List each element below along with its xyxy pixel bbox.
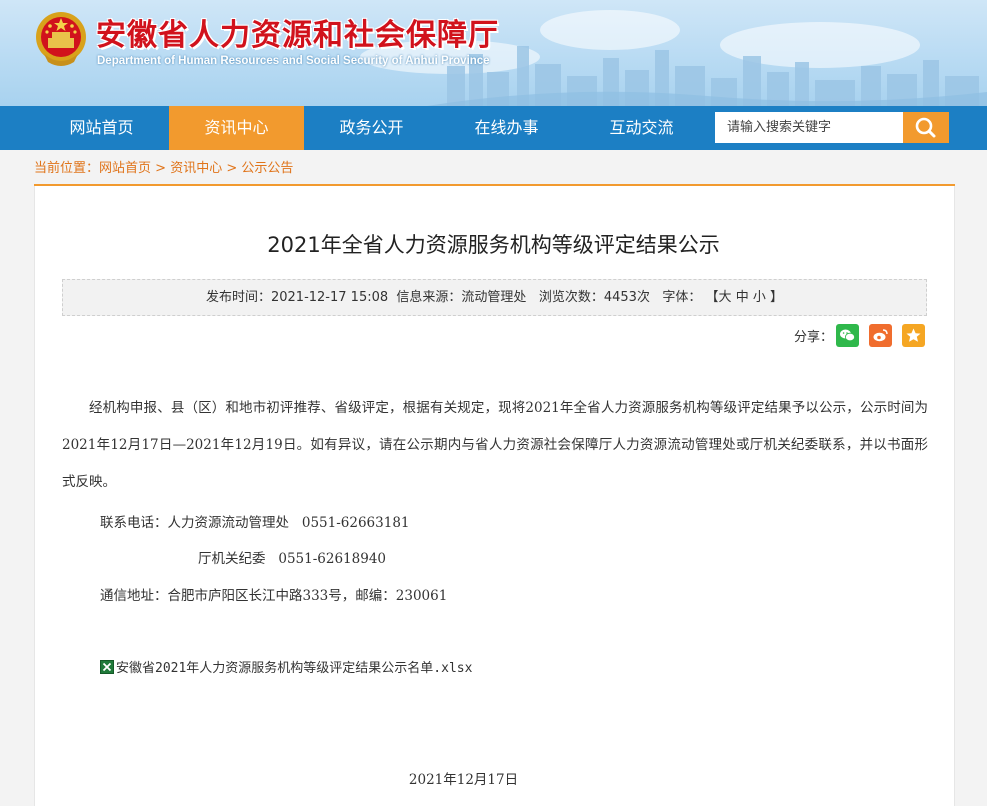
- search-button[interactable]: [903, 112, 949, 143]
- search-icon: [915, 117, 936, 138]
- add-favorite-button[interactable]: [902, 324, 925, 347]
- font-size-medium[interactable]: 中: [736, 290, 749, 305]
- attachment-filename: 安徽省2021年人力资源服务机构等级评定结果公示名单.xlsx: [116, 661, 473, 676]
- weibo-icon: [873, 329, 888, 342]
- source-value: 流动管理处: [461, 290, 527, 305]
- source-label: 信息来源：: [396, 290, 462, 305]
- attachment-link[interactable]: 安徽省2021年人力资源服务机构等级评定结果公示名单.xlsx: [100, 657, 472, 676]
- nav-item-government-affairs[interactable]: 政务公开: [304, 106, 439, 150]
- share-label: 分享：: [794, 330, 834, 345]
- site-subtitle: Department of Human Resources and Social…: [97, 55, 490, 67]
- excel-file-icon: [100, 660, 114, 674]
- nav-item-home[interactable]: 网站首页: [34, 106, 169, 150]
- share-wechat-button[interactable]: [836, 324, 859, 347]
- breadcrumb-prefix: 当前位置：: [34, 161, 100, 176]
- view-count: 4453次: [603, 290, 650, 305]
- national-emblem-icon: [36, 12, 86, 66]
- font-bracket-close: 】: [770, 290, 784, 305]
- article-date: 2021年12月17日: [408, 772, 519, 788]
- city-skyline-graphic: [427, 46, 987, 106]
- site-header-banner: 安徽省人力资源和社会保障厅 Department of Human Resour…: [0, 0, 987, 106]
- breadcrumb-separator: >: [151, 161, 171, 176]
- font-size-label: 字体：: [662, 290, 702, 305]
- nav-item-news-center[interactable]: 资讯中心: [169, 106, 304, 150]
- publish-time-label: 发布时间：: [205, 290, 271, 305]
- font-size-large[interactable]: 大: [719, 290, 732, 305]
- article-title: 2021年全省人力资源服务机构等级评定结果公示: [267, 233, 720, 257]
- wechat-icon: [840, 329, 855, 342]
- contact-phone-line-2: 厅机关纪委 0551-62618940: [198, 551, 387, 567]
- breadcrumb-separator: >: [222, 161, 242, 176]
- search-input[interactable]: [715, 112, 903, 143]
- contact-phone-line: 联系电话：人力资源流动管理处 0551-62663181: [100, 515, 410, 531]
- breadcrumb-link-home[interactable]: 网站首页: [99, 161, 151, 176]
- article-meta-bar: 发布时间：2021-12-17 15:08 信息来源：流动管理处 浏览次数：44…: [62, 279, 927, 316]
- star-icon: [906, 328, 921, 342]
- nav-item-interaction[interactable]: 互动交流: [574, 106, 709, 150]
- view-count-label: 浏览次数：: [538, 290, 604, 305]
- breadcrumb-link-news-center[interactable]: 资讯中心: [170, 161, 222, 176]
- address-line: 通信地址：合肥市庐阳区长江中路333号，邮编：230061: [100, 588, 448, 604]
- publish-time: 2021-12-17 15:08: [270, 290, 389, 305]
- nav-item-online-services[interactable]: 在线办事: [439, 106, 574, 150]
- breadcrumb-link-announcements[interactable]: 公示公告: [241, 161, 293, 176]
- article-paragraph: 经机构申报、县（区）和地市初评推荐、省级评定，根据有关规定，现将2021年全省人…: [62, 400, 928, 490]
- site-title: 安徽省人力资源和社会保障厅: [96, 18, 499, 53]
- font-bracket-open: 【: [705, 290, 719, 305]
- share-weibo-button[interactable]: [869, 324, 892, 347]
- font-size-small[interactable]: 小: [753, 290, 766, 305]
- breadcrumb: 当前位置：网站首页 > 资讯中心 > 公示公告: [34, 157, 293, 176]
